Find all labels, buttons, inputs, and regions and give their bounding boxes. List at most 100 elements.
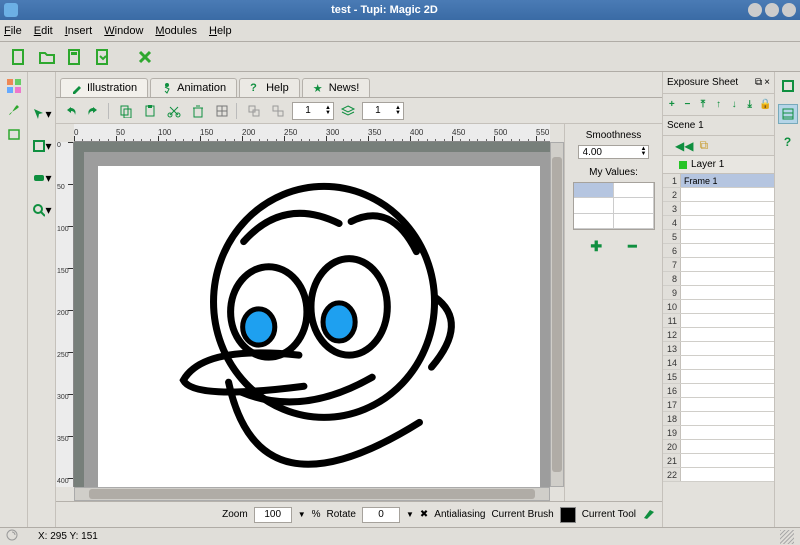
add-frame-icon[interactable]: +	[665, 98, 679, 112]
pointer-tool-icon[interactable]: ▾	[32, 104, 52, 124]
frame-row[interactable]: 17	[663, 398, 774, 412]
frame-cell[interactable]	[681, 342, 774, 355]
scene-copy-icon[interactable]: ⧉	[699, 138, 708, 153]
canvas-frame[interactable]	[84, 152, 550, 487]
remove-value-icon[interactable]: ━	[628, 238, 636, 255]
frame-row[interactable]: 7	[663, 258, 774, 272]
frame-cell[interactable]	[681, 286, 774, 299]
spin-arrows-icon[interactable]: ▲▼	[393, 105, 403, 117]
menu-window[interactable]: Window	[104, 25, 143, 37]
frame-cell[interactable]	[681, 398, 774, 411]
lock-icon[interactable]: 🔒	[758, 98, 772, 112]
frame-row[interactable]: 15	[663, 370, 774, 384]
frame-cell[interactable]	[681, 384, 774, 397]
layer-visible-icon[interactable]	[679, 161, 687, 169]
frame-row[interactable]: 4	[663, 216, 774, 230]
frame-cell[interactable]	[681, 216, 774, 229]
add-value-icon[interactable]: ✚	[590, 238, 602, 255]
frame-row[interactable]: 6	[663, 244, 774, 258]
layer-header[interactable]: Layer 1	[663, 156, 774, 174]
zoom-tool-icon[interactable]: ▾	[32, 200, 52, 220]
frame-cell[interactable]	[681, 258, 774, 271]
palette-icon[interactable]	[4, 76, 24, 96]
frame-row[interactable]: 9	[663, 286, 774, 300]
frame-row[interactable]: 20	[663, 440, 774, 454]
frame-cell[interactable]	[681, 272, 774, 285]
menu-insert[interactable]: Insert	[65, 25, 93, 37]
tab-animation[interactable]: Animation	[150, 78, 237, 97]
menu-edit[interactable]: Edit	[34, 25, 53, 37]
resize-grip-icon[interactable]	[780, 530, 794, 544]
save-file-icon[interactable]	[64, 46, 86, 68]
group-icon[interactable]	[244, 101, 264, 121]
scenes-dock-icon[interactable]	[778, 76, 798, 96]
menu-file[interactable]: File	[4, 25, 22, 37]
rotate-input[interactable]	[362, 507, 400, 523]
frame-cell[interactable]	[681, 244, 774, 257]
antialias-close-icon[interactable]: ✖	[420, 509, 428, 520]
library-icon[interactable]	[4, 124, 24, 144]
frame-row[interactable]: 1Frame 1	[663, 174, 774, 188]
frame-cell[interactable]	[681, 188, 774, 201]
copy-icon[interactable]	[116, 101, 136, 121]
move-up-icon[interactable]: ↑	[712, 98, 726, 112]
frame-cell[interactable]	[681, 328, 774, 341]
cut-icon[interactable]	[164, 101, 184, 121]
undock-icon[interactable]: ⧉	[755, 77, 762, 88]
menu-modules[interactable]: Modules	[155, 25, 197, 37]
zoom-input[interactable]	[254, 507, 292, 523]
canvas-viewport[interactable]	[74, 142, 550, 487]
menu-help[interactable]: Help	[209, 25, 232, 37]
minimize-button[interactable]	[748, 3, 762, 17]
move-end-icon[interactable]: ⤓	[743, 98, 757, 112]
open-file-icon[interactable]	[36, 46, 58, 68]
layer-input[interactable]	[363, 105, 393, 116]
shape-tool-icon[interactable]: ▾	[32, 136, 52, 156]
frame-cell[interactable]	[681, 356, 774, 369]
frame-cell[interactable]	[681, 426, 774, 439]
frame-row[interactable]: 3	[663, 202, 774, 216]
frame-row[interactable]: 14	[663, 356, 774, 370]
frame-cell[interactable]	[681, 440, 774, 453]
frame-cell[interactable]	[681, 454, 774, 467]
saveas-file-icon[interactable]	[92, 46, 114, 68]
maximize-button[interactable]	[765, 3, 779, 17]
frame-cell[interactable]: Frame 1	[681, 174, 774, 187]
brush-lib-icon[interactable]	[4, 100, 24, 120]
frame-row[interactable]: 5	[663, 230, 774, 244]
exposure-dock-icon[interactable]	[778, 104, 798, 124]
paste-icon[interactable]	[140, 101, 160, 121]
frame-row[interactable]: 19	[663, 426, 774, 440]
frame-row[interactable]: 22	[663, 468, 774, 482]
frame-cell[interactable]	[681, 202, 774, 215]
smoothness-input[interactable]	[579, 147, 639, 158]
frame-cell[interactable]	[681, 230, 774, 243]
close-button[interactable]	[782, 3, 796, 17]
frame-row[interactable]: 13	[663, 342, 774, 356]
frame-row[interactable]: 21	[663, 454, 774, 468]
frame-row[interactable]: 8	[663, 272, 774, 286]
frame-cell[interactable]	[681, 314, 774, 327]
move-start-icon[interactable]: ⤒	[696, 98, 710, 112]
tab-illustration[interactable]: Illustration	[60, 78, 148, 97]
spin-arrows-icon[interactable]: ▲▼	[639, 146, 649, 158]
scene-row[interactable]: Scene 1	[663, 116, 774, 136]
scrollbar-vertical[interactable]	[550, 142, 564, 487]
help-dock-icon[interactable]: ?	[778, 132, 798, 152]
tab-help[interactable]: ?Help	[239, 78, 300, 97]
frame-row[interactable]: 16	[663, 384, 774, 398]
frame-row[interactable]: 10	[663, 300, 774, 314]
frame-spinbox[interactable]: ▲▼	[292, 102, 334, 120]
spin-arrows-icon[interactable]: ▲▼	[323, 105, 333, 117]
pen-tool-icon[interactable]	[642, 506, 656, 523]
frame-row[interactable]: 11	[663, 314, 774, 328]
paint-tool-icon[interactable]: ▾	[32, 168, 52, 188]
frame-row[interactable]: 18	[663, 412, 774, 426]
frame-input[interactable]	[293, 105, 323, 116]
scrollbar-horizontal[interactable]	[74, 487, 550, 501]
frame-cell[interactable]	[681, 468, 774, 481]
redo-icon[interactable]	[84, 101, 104, 121]
move-down-icon[interactable]: ↓	[727, 98, 741, 112]
frame-row[interactable]: 12	[663, 328, 774, 342]
frame-row[interactable]: 2	[663, 188, 774, 202]
